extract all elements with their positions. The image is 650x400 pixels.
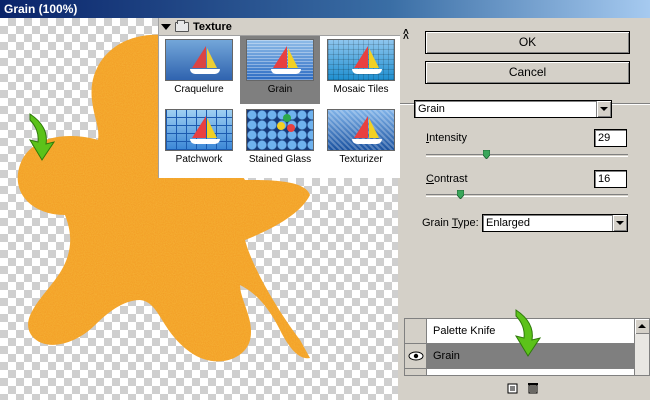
filter-preview-image: [246, 109, 314, 151]
layers-scrollbar[interactable]: [634, 319, 649, 375]
texture-folder-header[interactable]: Texture: [159, 18, 400, 36]
folder-label: Texture: [193, 20, 232, 33]
filter-preview-image: [327, 109, 395, 151]
visibility-toggle[interactable]: [405, 344, 427, 368]
contrast-slider-knob[interactable]: [457, 190, 464, 199]
collapse-gallery-icon[interactable]: ˄ ˄: [403, 28, 409, 43]
grain-type-value: Enlarged: [486, 217, 531, 229]
ok-button[interactable]: OK: [425, 31, 630, 54]
filter-select-value: Grain: [418, 103, 445, 115]
filter-thumb-label: Patchwork: [175, 154, 223, 165]
filter-thumb-label: Mosaic Tiles: [333, 84, 389, 95]
visibility-toggle[interactable]: [405, 369, 427, 375]
collapse-triangle-icon[interactable]: [161, 23, 171, 30]
trash-icon[interactable]: [527, 382, 539, 394]
layer-name: Palette Knife: [433, 325, 496, 337]
filter-preview-image: [327, 39, 395, 81]
filter-thumb-label: Texturizer: [339, 154, 383, 165]
intensity-input[interactable]: 29: [594, 129, 627, 147]
contrast-label: Contrast: [426, 173, 468, 185]
filter-select[interactable]: Grain: [414, 100, 612, 118]
dropdown-arrow-icon[interactable]: [612, 215, 627, 231]
grain-type-select[interactable]: Enlarged: [482, 214, 628, 232]
filter-thumb-label: Stained Glass: [248, 154, 312, 165]
window-title: Grain (100%): [0, 0, 650, 18]
filter-preview-image: [165, 109, 233, 151]
visibility-toggle[interactable]: [405, 319, 427, 343]
contrast-input[interactable]: 16: [594, 170, 627, 188]
grain-type-label: Grain Type:: [422, 217, 479, 229]
new-layer-icon[interactable]: [507, 382, 519, 394]
folder-icon: [175, 19, 189, 32]
eye-icon: [408, 351, 424, 361]
intensity-label: Intensity: [426, 132, 467, 144]
filter-thumb-label: Craquelure: [174, 84, 224, 95]
filter-thumb-stained-glass[interactable]: Stained Glass: [240, 106, 320, 174]
filter-thumb-label: Grain: [267, 84, 293, 95]
filter-gallery: Texture Craquelure Grain Mosaic Tiles Patch…: [158, 18, 400, 178]
dropdown-arrow-icon[interactable]: [596, 101, 611, 117]
intensity-slider-knob[interactable]: [483, 150, 490, 159]
filter-thumb-craquelure[interactable]: Craquelure: [159, 36, 239, 104]
filter-thumb-mosaic-tiles[interactable]: Mosaic Tiles: [321, 36, 401, 104]
intensity-slider-track[interactable]: [426, 154, 628, 157]
layer-actions: [507, 382, 539, 394]
pointer-arrow-right: [514, 309, 542, 357]
filter-thumb-grain[interactable]: Grain: [240, 36, 320, 104]
scroll-up-icon[interactable]: [635, 319, 649, 334]
layer-name: Grain: [433, 350, 460, 362]
cancel-button[interactable]: Cancel: [425, 61, 630, 84]
filter-thumb-patchwork[interactable]: Patchwork: [159, 106, 239, 174]
layer-row-partial[interactable]: [405, 369, 636, 375]
filter-preview-image: [246, 39, 314, 81]
filter-thumb-texturizer[interactable]: Texturizer: [321, 106, 401, 174]
filter-preview-image: [165, 39, 233, 81]
